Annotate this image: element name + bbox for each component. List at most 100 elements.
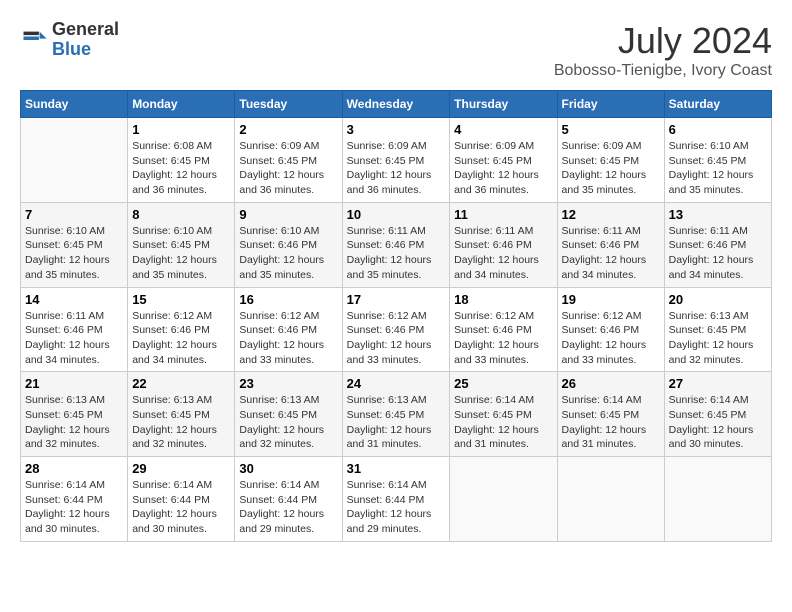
day-number: 3 (347, 122, 446, 137)
day-info: Sunrise: 6:09 AMSunset: 6:45 PMDaylight:… (454, 140, 539, 196)
main-title: July 2024 (554, 20, 772, 62)
day-number: 30 (239, 461, 337, 476)
header-wednesday: Wednesday (342, 91, 450, 118)
calendar-cell: 30 Sunrise: 6:14 AMSunset: 6:44 PMDayligh… (235, 457, 342, 542)
calendar-cell: 13 Sunrise: 6:11 AMSunset: 6:46 PMDayligh… (664, 202, 771, 287)
day-info: Sunrise: 6:12 AMSunset: 6:46 PMDaylight:… (347, 310, 432, 366)
page-header: General Blue July 2024 Bobosso-Tienigbe,… (20, 20, 772, 80)
calendar-cell: 17 Sunrise: 6:12 AMSunset: 6:46 PMDayligh… (342, 287, 450, 372)
subtitle: Bobosso-Tienigbe, Ivory Coast (554, 62, 772, 80)
day-info: Sunrise: 6:10 AMSunset: 6:45 PMDaylight:… (25, 225, 110, 281)
day-info: Sunrise: 6:11 AMSunset: 6:46 PMDaylight:… (347, 225, 432, 281)
day-number: 21 (25, 376, 123, 391)
day-info: Sunrise: 6:09 AMSunset: 6:45 PMDaylight:… (562, 140, 647, 196)
header-sunday: Sunday (21, 91, 128, 118)
logo-text: General Blue (52, 20, 119, 60)
day-info: Sunrise: 6:13 AMSunset: 6:45 PMDaylight:… (132, 394, 217, 450)
day-info: Sunrise: 6:12 AMSunset: 6:46 PMDaylight:… (454, 310, 539, 366)
day-number: 17 (347, 292, 446, 307)
calendar-cell: 18Sunrise: 6:12 AMSunset: 6:46 PMDayligh… (450, 287, 557, 372)
day-number: 2 (239, 122, 337, 137)
calendar-cell: 9 Sunrise: 6:10 AMSunset: 6:46 PMDaylight… (235, 202, 342, 287)
calendar-cell: 19 Sunrise: 6:12 AMSunset: 6:46 PMDayligh… (557, 287, 664, 372)
day-info: Sunrise: 6:08 AMSunset: 6:45 PMDaylight:… (132, 140, 217, 196)
calendar-cell: 21 Sunrise: 6:13 AMSunset: 6:45 PMDayligh… (21, 372, 128, 457)
day-number: 9 (239, 207, 337, 222)
day-info: Sunrise: 6:14 AMSunset: 6:44 PMDaylight:… (347, 479, 432, 535)
day-info: Sunrise: 6:11 AMSunset: 6:46 PMDaylight:… (669, 225, 754, 281)
calendar-cell: 11 Sunrise: 6:11 AMSunset: 6:46 PMDayligh… (450, 202, 557, 287)
calendar-cell: 2 Sunrise: 6:09 AMSunset: 6:45 PMDaylight… (235, 118, 342, 203)
day-number: 16 (239, 292, 337, 307)
day-number: 29 (132, 461, 230, 476)
day-info: Sunrise: 6:14 AMSunset: 6:44 PMDaylight:… (239, 479, 324, 535)
day-number: 7 (25, 207, 123, 222)
day-number: 6 (669, 122, 767, 137)
calendar-cell: 23 Sunrise: 6:13 AMSunset: 6:45 PMDayligh… (235, 372, 342, 457)
calendar-cell: 26 Sunrise: 6:14 AMSunset: 6:45 PMDayligh… (557, 372, 664, 457)
calendar-cell: 20 Sunrise: 6:13 AMSunset: 6:45 PMDayligh… (664, 287, 771, 372)
day-number: 28 (25, 461, 123, 476)
day-info: Sunrise: 6:09 AMSunset: 6:45 PMDaylight:… (347, 140, 432, 196)
calendar-cell: 1 Sunrise: 6:08 AMSunset: 6:45 PMDaylight… (128, 118, 235, 203)
day-info: Sunrise: 6:13 AMSunset: 6:45 PMDaylight:… (239, 394, 324, 450)
logo: General Blue (20, 20, 119, 60)
calendar-cell: 31 Sunrise: 6:14 AMSunset: 6:44 PMDayligh… (342, 457, 450, 542)
header-saturday: Saturday (664, 91, 771, 118)
day-number: 27 (669, 376, 767, 391)
calendar-cell: 27 Sunrise: 6:14 AMSunset: 6:45 PMDayligh… (664, 372, 771, 457)
week-row-2: 7 Sunrise: 6:10 AMSunset: 6:45 PMDaylight… (21, 202, 772, 287)
day-info: Sunrise: 6:14 AMSunset: 6:44 PMDaylight:… (25, 479, 110, 535)
day-info: Sunrise: 6:12 AMSunset: 6:46 PMDaylight:… (562, 310, 647, 366)
day-info: Sunrise: 6:12 AMSunset: 6:46 PMDaylight:… (132, 310, 217, 366)
day-number: 4 (454, 122, 552, 137)
calendar-cell: 5 Sunrise: 6:09 AMSunset: 6:45 PMDaylight… (557, 118, 664, 203)
calendar-cell: 16Sunrise: 6:12 AMSunset: 6:46 PMDayligh… (235, 287, 342, 372)
day-number: 20 (669, 292, 767, 307)
calendar-cell: 8 Sunrise: 6:10 AMSunset: 6:45 PMDaylight… (128, 202, 235, 287)
calendar-cell (557, 457, 664, 542)
day-info: Sunrise: 6:14 AMSunset: 6:45 PMDaylight:… (562, 394, 647, 450)
day-info: Sunrise: 6:10 AMSunset: 6:46 PMDaylight:… (239, 225, 324, 281)
header-monday: Monday (128, 91, 235, 118)
header-tuesday: Tuesday (235, 91, 342, 118)
calendar-header-row: SundayMondayTuesdayWednesdayThursdayFrid… (21, 91, 772, 118)
calendar-cell: 12Sunrise: 6:11 AMSunset: 6:46 PMDayligh… (557, 202, 664, 287)
day-number: 31 (347, 461, 446, 476)
day-info: Sunrise: 6:13 AMSunset: 6:45 PMDaylight:… (25, 394, 110, 450)
calendar-table: SundayMondayTuesdayWednesdayThursdayFrid… (20, 90, 772, 542)
day-number: 1 (132, 122, 230, 137)
calendar-cell: 7 Sunrise: 6:10 AMSunset: 6:45 PMDaylight… (21, 202, 128, 287)
day-info: Sunrise: 6:14 AMSunset: 6:45 PMDaylight:… (669, 394, 754, 450)
day-info: Sunrise: 6:14 AMSunset: 6:44 PMDaylight:… (132, 479, 217, 535)
calendar-cell: 22 Sunrise: 6:13 AMSunset: 6:45 PMDayligh… (128, 372, 235, 457)
week-row-1: 1 Sunrise: 6:08 AMSunset: 6:45 PMDaylight… (21, 118, 772, 203)
day-info: Sunrise: 6:11 AMSunset: 6:46 PMDaylight:… (454, 225, 539, 281)
day-info: Sunrise: 6:14 AMSunset: 6:45 PMDaylight:… (454, 394, 539, 450)
calendar-cell: 25Sunrise: 6:14 AMSunset: 6:45 PMDayligh… (450, 372, 557, 457)
calendar-cell: 24Sunrise: 6:13 AMSunset: 6:45 PMDayligh… (342, 372, 450, 457)
day-info: Sunrise: 6:13 AMSunset: 6:45 PMDaylight:… (669, 310, 754, 366)
calendar-cell: 28 Sunrise: 6:14 AMSunset: 6:44 PMDayligh… (21, 457, 128, 542)
week-row-3: 14 Sunrise: 6:11 AMSunset: 6:46 PMDayligh… (21, 287, 772, 372)
day-number: 22 (132, 376, 230, 391)
calendar-cell: 4 Sunrise: 6:09 AMSunset: 6:45 PMDaylight… (450, 118, 557, 203)
calendar-cell (664, 457, 771, 542)
day-info: Sunrise: 6:09 AMSunset: 6:45 PMDaylight:… (239, 140, 324, 196)
day-number: 23 (239, 376, 337, 391)
day-number: 5 (562, 122, 660, 137)
day-number: 11 (454, 207, 552, 222)
header-thursday: Thursday (450, 91, 557, 118)
day-number: 13 (669, 207, 767, 222)
day-number: 26 (562, 376, 660, 391)
day-number: 19 (562, 292, 660, 307)
day-number: 8 (132, 207, 230, 222)
logo-icon (20, 26, 48, 54)
calendar-cell: 6 Sunrise: 6:10 AMSunset: 6:45 PMDaylight… (664, 118, 771, 203)
day-number: 15 (132, 292, 230, 307)
day-number: 14 (25, 292, 123, 307)
day-info: Sunrise: 6:11 AMSunset: 6:46 PMDaylight:… (25, 310, 110, 366)
day-info: Sunrise: 6:10 AMSunset: 6:45 PMDaylight:… (132, 225, 217, 281)
day-info: Sunrise: 6:10 AMSunset: 6:45 PMDaylight:… (669, 140, 754, 196)
calendar-cell: 10Sunrise: 6:11 AMSunset: 6:46 PMDayligh… (342, 202, 450, 287)
